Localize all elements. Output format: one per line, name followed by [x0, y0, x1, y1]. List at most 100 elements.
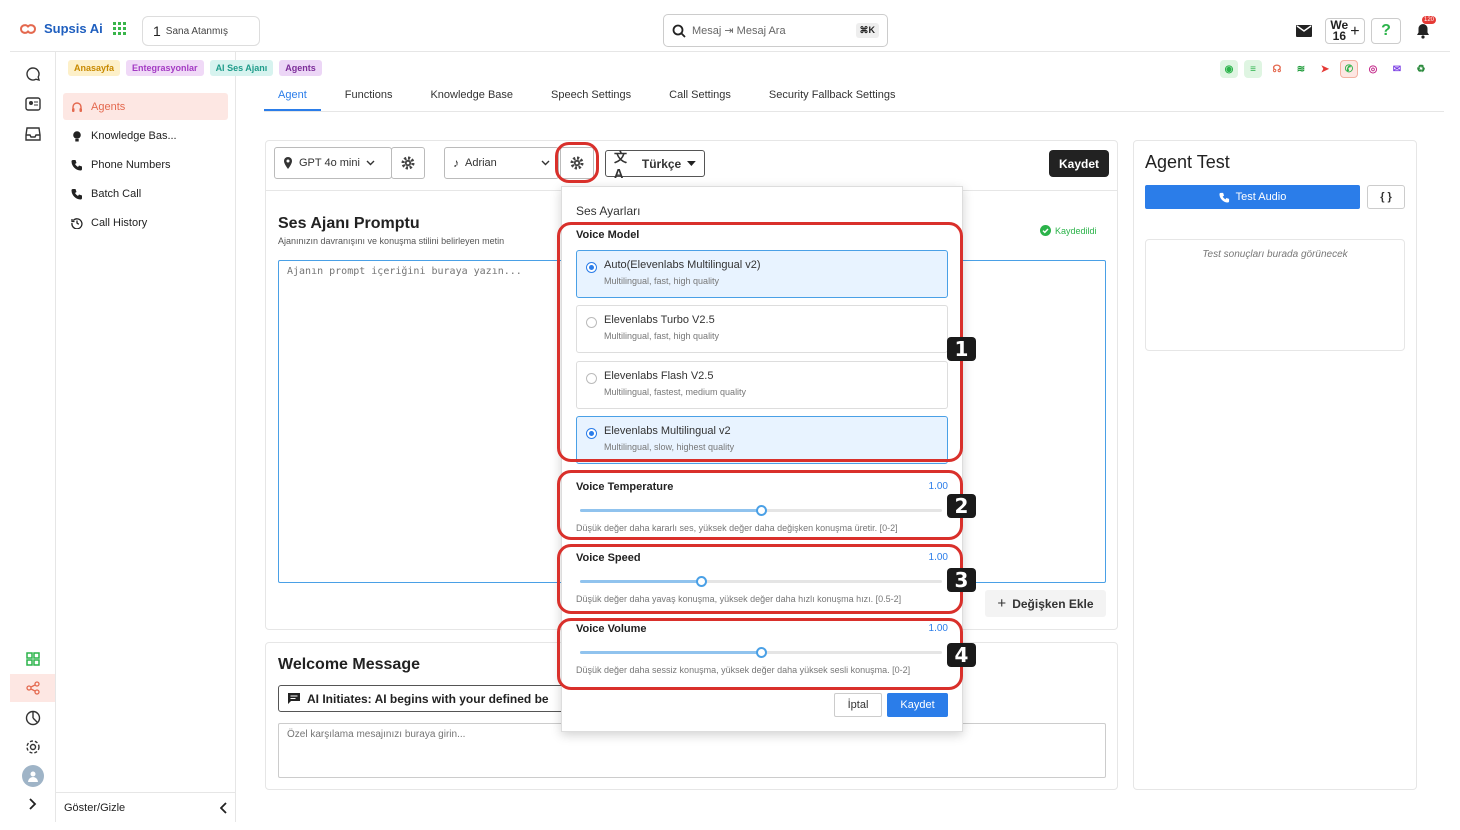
chevron-down-icon — [366, 160, 375, 166]
chevron-left-icon[interactable] — [220, 801, 228, 814]
tag-home[interactable]: Anasayfa — [68, 60, 121, 76]
sidebar-item-batch-call[interactable]: Batch Call — [63, 180, 228, 207]
assigned-to-me-button[interactable]: 1 Sana Atanmış — [142, 16, 260, 46]
sidebar-item-agents[interactable]: Agents — [63, 93, 228, 120]
test-results-placeholder: Test sonuçları burada görünecek — [1202, 249, 1348, 260]
sidebar-item-label: Agents — [91, 100, 126, 113]
search-shortcut: ⌘K — [855, 23, 879, 38]
sidebar-item-phone-numbers[interactable]: Phone Numbers — [63, 151, 228, 178]
phone-icon — [71, 188, 82, 199]
bot-icon[interactable]: ◉ — [1220, 60, 1238, 78]
sidebar: Agents Knowledge Bas... Phone Numbers Ba… — [56, 52, 236, 822]
assigned-label: Sana Atanmış — [165, 25, 229, 37]
voice-user-icon[interactable]: ☊ — [1268, 60, 1286, 78]
tab-agent[interactable]: Agent — [264, 84, 321, 111]
list-icon[interactable]: ≡ — [1244, 60, 1262, 78]
whatsapp-icon[interactable]: ✆ — [1340, 60, 1358, 78]
voice-select[interactable]: ♪ Adrian — [444, 147, 559, 179]
breadcrumb-tags: Anasayfa Entegrasyonlar AI Ses Ajanı Age… — [68, 60, 322, 76]
sidebar-item-label: Knowledge Bas... — [91, 129, 177, 142]
annotation-box-1 — [557, 222, 963, 462]
annotation-number-1: 1 — [947, 337, 976, 361]
sidebar-item-label: Call History — [91, 216, 148, 229]
tab-speech-settings[interactable]: Speech Settings — [537, 84, 645, 111]
search-icon — [672, 24, 686, 38]
instagram-icon[interactable]: ◎ — [1364, 60, 1382, 78]
sidebar-item-call-history[interactable]: Call History — [63, 209, 228, 236]
other-channel-icon[interactable]: ♻ — [1412, 60, 1430, 78]
chat-icon[interactable] — [23, 64, 43, 84]
cancel-button[interactable]: İptal — [834, 693, 882, 717]
dashboard-icon[interactable] — [23, 649, 43, 669]
headset-icon — [72, 101, 82, 112]
messenger-icon[interactable]: ✉ — [1388, 60, 1406, 78]
saved-label: Kaydedildi — [1055, 225, 1097, 236]
annotation-number-2: 2 — [947, 494, 976, 518]
agent-tabs: Agent Functions Knowledge Base Speech Se… — [264, 84, 1444, 112]
saved-status: Kaydedildi — [1040, 225, 1097, 236]
settings-icon[interactable] — [23, 737, 43, 757]
tab-security-fallback-settings[interactable]: Security Fallback Settings — [755, 84, 910, 111]
search-input[interactable]: Mesaj ⇥ Mesaj Ara ⌘K — [663, 14, 888, 47]
bulb-icon — [73, 130, 81, 141]
code-view-button[interactable]: { } — [1367, 185, 1405, 209]
help-icon: ? — [1381, 22, 1391, 39]
notifications-button[interactable]: 120 — [1408, 16, 1438, 44]
add-variable-button[interactable]: + Değişken Ekle — [985, 590, 1106, 617]
logo-text: Supsis Ai — [44, 21, 103, 36]
telegram-icon[interactable]: ➤ — [1316, 60, 1334, 78]
initiator-select[interactable]: AI Initiates: AI begins with your define… — [278, 685, 568, 712]
annotation-box-settings — [555, 142, 599, 183]
model-select[interactable]: GPT 4o mini — [274, 147, 392, 179]
model-value: GPT 4o mini — [299, 157, 360, 169]
left-rail — [10, 52, 56, 822]
sidebar-toggle[interactable]: Göster/Gizle — [56, 792, 236, 822]
rail-active-item[interactable] — [10, 674, 55, 702]
help-button[interactable]: ? — [1371, 18, 1401, 44]
tab-knowledge-base[interactable]: Knowledge Base — [416, 84, 527, 111]
annotation-box-2 — [557, 470, 963, 540]
language-select[interactable]: 文A Türkçe — [605, 150, 705, 181]
notification-badge: 120 — [1421, 16, 1436, 24]
popup-title: Ses Ayarları — [576, 204, 641, 218]
tab-call-settings[interactable]: Call Settings — [655, 84, 745, 111]
we-count: 16 — [1332, 29, 1346, 43]
phone-icon — [1219, 192, 1229, 203]
contacts-icon[interactable] — [23, 94, 43, 114]
annotation-number-3: 3 — [947, 568, 976, 592]
annotation-box-3 — [557, 544, 963, 614]
inbox-icon[interactable] — [23, 124, 43, 144]
expand-chevron-icon[interactable] — [23, 794, 43, 814]
chevron-down-icon — [541, 160, 550, 166]
top-bar: Supsis Ai 1 Sana Atanmış Mesaj ⇥ Mesaj A… — [10, 10, 1450, 52]
search-placeholder: Mesaj ⇥ Mesaj Ara — [692, 25, 786, 37]
tab-functions[interactable]: Functions — [331, 84, 407, 111]
welcome-title: Welcome Message — [278, 656, 420, 673]
save-button[interactable]: Kaydet — [1049, 150, 1109, 177]
tag-ai-voice-agent[interactable]: AI Ses Ajanı — [209, 60, 274, 76]
pie-chart-icon[interactable] — [23, 708, 43, 728]
we-button[interactable]: We 16 + — [1325, 18, 1365, 44]
annotation-number-4: 4 — [947, 643, 976, 667]
prompt-title: Ses Ajanı Promptu — [278, 215, 420, 232]
wifi-icon[interactable]: ≋ — [1292, 60, 1310, 78]
tag-agents[interactable]: Agents — [279, 60, 322, 76]
avatar[interactable] — [22, 765, 44, 787]
voice-value: Adrian — [465, 157, 497, 169]
sidebar-toggle-label: Göster/Gizle — [64, 801, 126, 814]
logo-icon — [19, 23, 37, 34]
tag-integrations[interactable]: Entegrasyonlar — [126, 60, 204, 76]
sidebar-item-label: Batch Call — [91, 187, 142, 200]
prompt-subtitle: Ajanınızın davranışını ve konuşma stilin… — [278, 236, 505, 246]
test-audio-button[interactable]: Test Audio — [1145, 185, 1360, 209]
apps-grid-icon[interactable] — [112, 21, 127, 36]
popup-save-button[interactable]: Kaydet — [887, 693, 948, 717]
music-note-icon: ♪ — [453, 156, 459, 170]
add-variable-label: Değişken Ekle — [1012, 596, 1094, 611]
plus-icon: + — [1350, 22, 1360, 40]
mail-icon[interactable] — [1289, 18, 1319, 44]
phone-icon — [71, 159, 82, 170]
app-logo[interactable]: Supsis Ai — [18, 21, 127, 36]
model-settings-button[interactable] — [391, 147, 425, 179]
sidebar-item-knowledge-base[interactable]: Knowledge Bas... — [63, 122, 228, 149]
